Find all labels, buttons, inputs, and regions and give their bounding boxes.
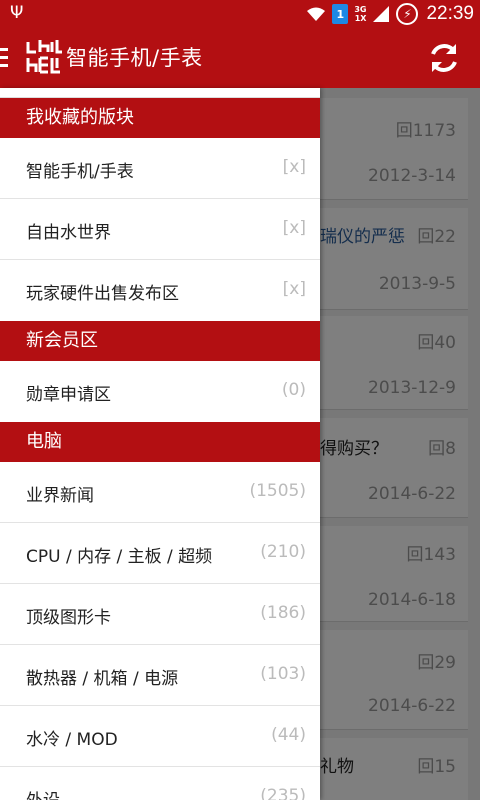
network-type: 3G 1X: [354, 5, 367, 23]
forum-label: 外设: [26, 786, 60, 800]
forum-label: 玩家硬件出售发布区: [26, 284, 179, 304]
battery-charging-icon: ⚡: [396, 3, 419, 25]
forum-label: 勋章申请区: [26, 385, 111, 405]
forum-item[interactable]: 业界新闻 (1505): [0, 462, 320, 523]
page-title: 智能手机/手表: [66, 46, 203, 70]
remove-favorite-button[interactable]: [x]: [283, 279, 306, 299]
post-count: (210): [260, 542, 306, 562]
forum-label: CPU / 内存 / 主板 / 超频: [26, 547, 213, 567]
forum-item[interactable]: 外设 (235): [0, 767, 320, 800]
forum-item[interactable]: 智能手机/手表 [x]: [0, 138, 320, 199]
forum-label: 顶级图形卡: [26, 608, 111, 628]
forum-item[interactable]: CPU / 内存 / 主板 / 超频 (210): [0, 523, 320, 584]
refresh-icon[interactable]: [426, 40, 462, 76]
post-count: (44): [271, 725, 306, 745]
post-count: (186): [260, 603, 306, 623]
signal-icon: [373, 6, 390, 22]
post-count: (0): [281, 380, 306, 400]
drawer-scrim[interactable]: [320, 88, 480, 800]
drawer-menu-icon[interactable]: [0, 48, 8, 68]
forum-label: 水冷 / MOD: [26, 730, 118, 750]
section-header-computer: 电脑: [0, 422, 320, 462]
forum-label: 业界新闻: [26, 486, 94, 506]
forum-label: 智能手机/手表: [26, 162, 134, 182]
forum-item[interactable]: 水冷 / MOD (44): [0, 706, 320, 767]
status-icons: 1 3G 1X ⚡ 22:39: [306, 0, 474, 28]
post-count: (103): [260, 664, 306, 684]
forum-label: 自由水世界: [26, 223, 111, 243]
remove-favorite-button[interactable]: [x]: [283, 157, 306, 177]
post-count: (235): [260, 786, 306, 800]
forum-item[interactable]: 勋章申请区 (0): [0, 361, 320, 422]
sim-badge: 1: [332, 4, 349, 24]
navigation-drawer: 我收藏的版块 智能手机/手表 [x] 自由水世界 [x] 玩家硬件出售发布区 […: [0, 88, 320, 800]
post-count: (1505): [249, 481, 306, 501]
section-header-favorites: 我收藏的版块: [0, 98, 320, 138]
usb-icon: Ψ: [10, 3, 24, 23]
chiphell-logo[interactable]: [24, 38, 64, 78]
forum-item[interactable]: 散热器 / 机箱 / 电源 (103): [0, 645, 320, 706]
status-bar: Ψ 1 3G 1X ⚡ 22:39: [0, 0, 480, 28]
wifi-icon: [307, 7, 326, 21]
forum-label: 散热器 / 机箱 / 电源: [26, 669, 179, 689]
section-header-new-members: 新会员区: [0, 321, 320, 361]
forum-item[interactable]: 玩家硬件出售发布区 [x]: [0, 260, 320, 321]
forum-item[interactable]: 顶级图形卡 (186): [0, 584, 320, 645]
drawer-top-divider: [0, 88, 320, 98]
action-bar: 智能手机/手表: [0, 28, 480, 88]
forum-item[interactable]: 自由水世界 [x]: [0, 199, 320, 260]
clock: 22:39: [426, 3, 474, 24]
remove-favorite-button[interactable]: [x]: [283, 218, 306, 238]
